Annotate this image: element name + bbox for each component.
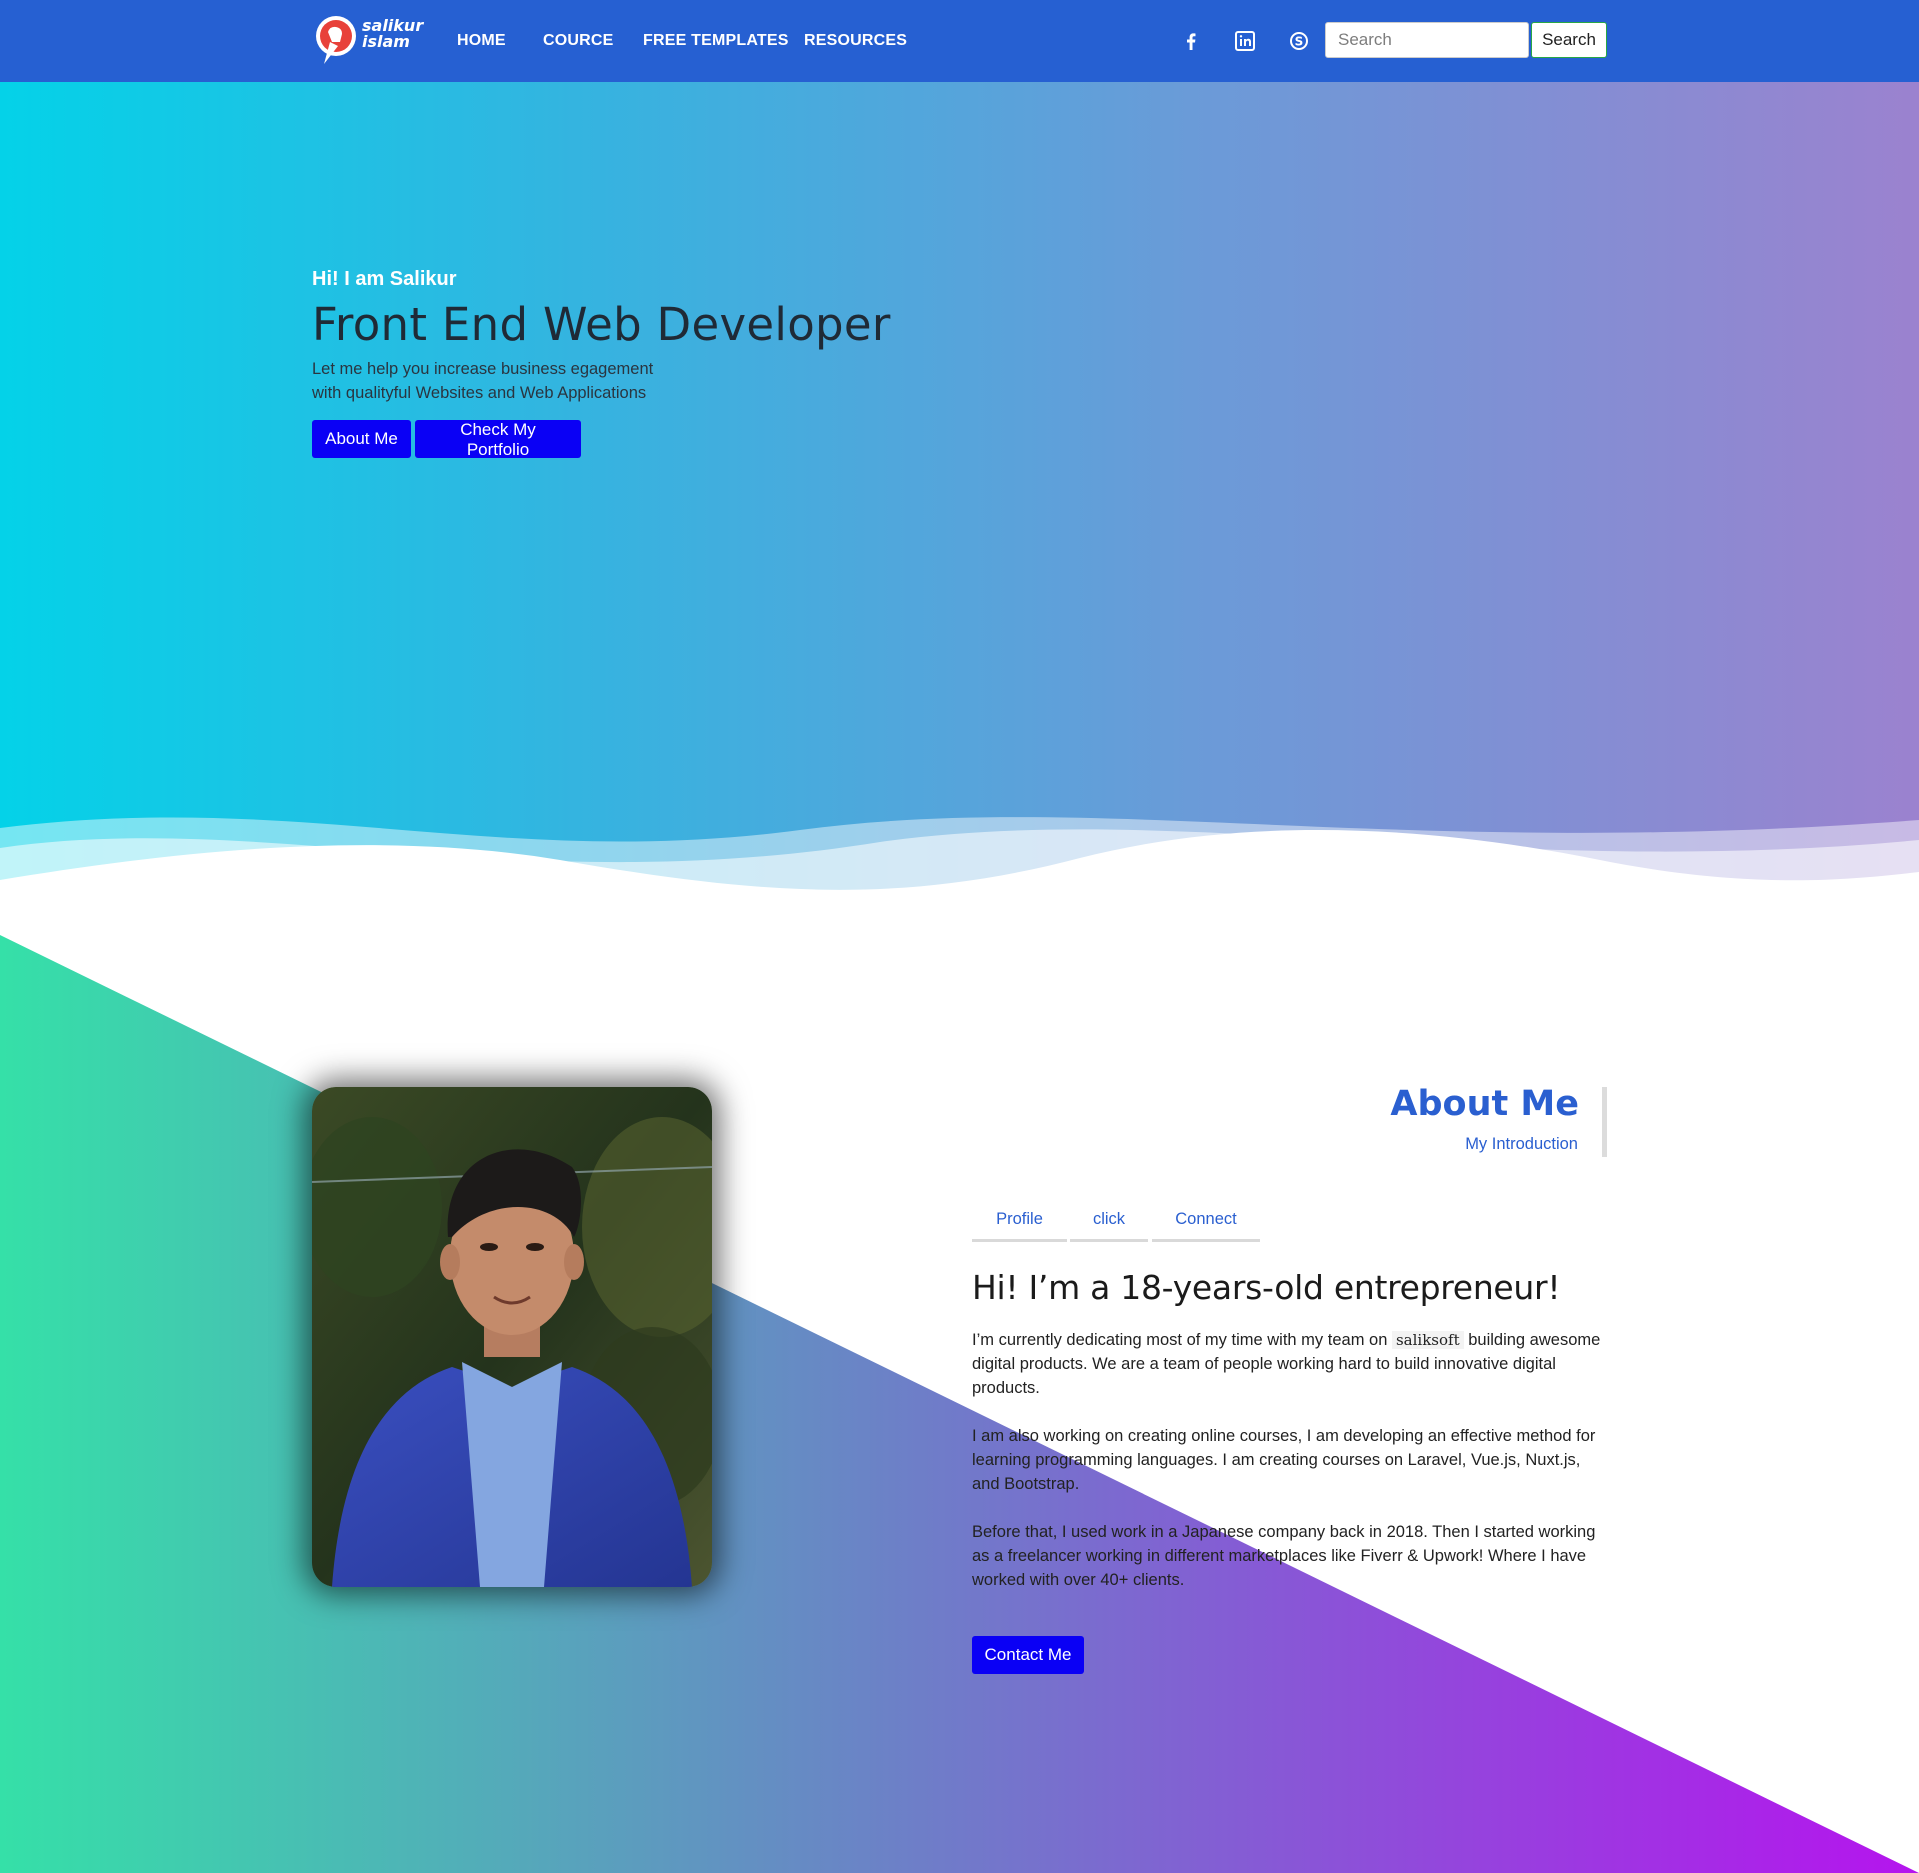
saliksoft-brand[interactable]: saliksoft: [1391, 1331, 1464, 1349]
facebook-icon[interactable]: [1179, 29, 1203, 53]
linkedin-icon[interactable]: [1233, 29, 1257, 53]
nav-free-templates[interactable]: FREE TEMPLATES: [643, 31, 789, 51]
svg-text:S: S: [1295, 35, 1304, 49]
brand-line2: islam: [362, 32, 410, 51]
about-heading: About Me: [1390, 1084, 1579, 1124]
tab-profile[interactable]: Profile: [972, 1204, 1067, 1242]
tab-connect[interactable]: Connect: [1152, 1204, 1260, 1242]
brand-name[interactable]: salikur islam: [362, 18, 423, 50]
profile-photo-image: [312, 1087, 712, 1587]
heading-divider: [1602, 1087, 1607, 1157]
tab-click[interactable]: click: [1070, 1204, 1148, 1242]
skype-icon[interactable]: S: [1287, 29, 1311, 53]
nav-home[interactable]: HOME: [457, 31, 506, 51]
nav-resources[interactable]: RESOURCES: [804, 31, 907, 51]
intro-title: Hi! I’m a 18-years-old entrepreneur!: [972, 1268, 1561, 1307]
navbar: salikur islam HOME COURCE FREE TEMPLATES…: [0, 0, 1919, 82]
profile-photo: [312, 1087, 712, 1587]
about-subheading: My Introduction: [1465, 1135, 1578, 1153]
about-paragraph-3: Before that, I used work in a Japanese c…: [972, 1523, 1596, 1589]
about-paragraph-2: I am also working on creating online cou…: [972, 1427, 1596, 1493]
contact-me-button[interactable]: Contact Me: [972, 1636, 1084, 1674]
section-background: [0, 817, 1919, 1873]
about-paragraph-1: I’m currently dedicating most of my time…: [972, 1328, 1612, 1400]
para1-text-before: I’m currently dedicating most of my time…: [972, 1331, 1388, 1349]
search-button[interactable]: Search: [1531, 22, 1607, 58]
search-input[interactable]: [1325, 22, 1529, 58]
nav-cource[interactable]: COURCE: [543, 31, 614, 51]
